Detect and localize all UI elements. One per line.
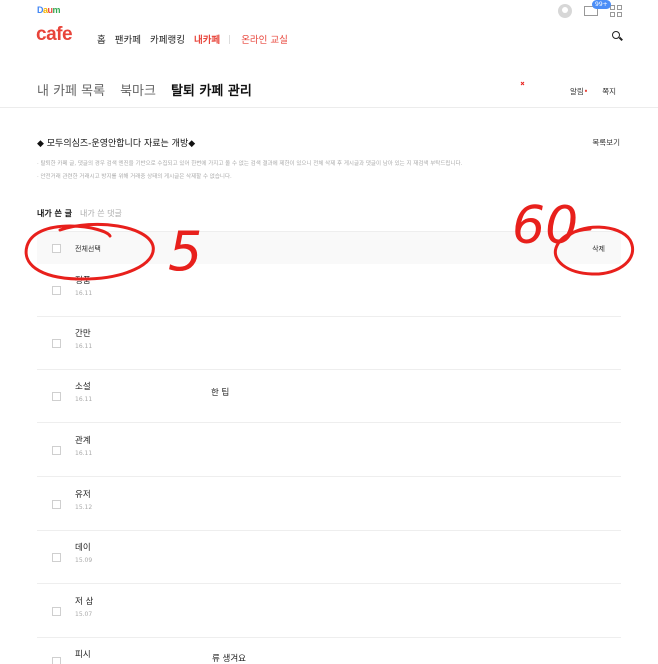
row-checkbox[interactable] (52, 392, 61, 401)
nav-divider (229, 34, 231, 44)
tab-withdrawn-cafe[interactable]: 탈퇴 카페 관리 (171, 80, 252, 99)
nav-ranking[interactable]: 카페랭킹 (150, 32, 185, 46)
list-view-link[interactable]: 목록보기 (592, 137, 620, 148)
table-row[interactable]: 피시 류 생겨요 (37, 638, 621, 664)
table-row[interactable]: 유저 15.12 (37, 478, 621, 531)
row-title-fragment: 한 팁 (211, 388, 230, 398)
cafe-title: ◆ 모두의심즈-운영안합니다 자료는 개방◆ (37, 139, 196, 149)
main-nav: 홈 팬카페 카페랭킹 내카페 온라인 교실 (97, 32, 297, 46)
page-tabs: 내 카페 목록 북마크 탈퇴 카페 관리 (37, 80, 267, 99)
table-row[interactable]: 데이 15.09 (37, 531, 621, 584)
row-date: 16.11 (75, 290, 93, 297)
alarm-link[interactable]: 알림• (570, 86, 588, 97)
row-checkbox[interactable] (52, 657, 61, 664)
row-date: 16.11 (75, 450, 93, 457)
tab-bookmark[interactable]: 북마크 (120, 80, 156, 99)
tab-divider (0, 107, 658, 108)
row-date: 15.07 (75, 611, 93, 618)
row-title[interactable]: 정품 (75, 274, 91, 286)
app-grid-icon[interactable] (610, 5, 622, 17)
mail-badge: 99+ (592, 0, 611, 9)
alarm-label: 알림 (569, 87, 584, 96)
nav-mycafe[interactable]: 내카페 (194, 32, 220, 46)
select-all-checkbox[interactable] (52, 244, 61, 253)
alarm-dot: • (583, 87, 589, 96)
row-title-fragment: 류 생겨요 (212, 654, 246, 664)
subtab-my-posts[interactable]: 내가 쓴 글 (37, 208, 72, 219)
daum-logo[interactable]: Daum (37, 5, 61, 15)
row-checkbox[interactable] (52, 446, 61, 455)
row-date: 15.09 (75, 557, 93, 564)
table-row[interactable]: 간만 16.11 (37, 317, 621, 370)
daum-logo-letter: m (52, 5, 61, 15)
row-title[interactable]: 피시 (75, 648, 91, 660)
top-bar: Daum cafe 99+ 홈 팬카페 카페랭킹 내카페 온라인 교실 (0, 0, 658, 60)
row-checkbox[interactable] (52, 607, 61, 616)
table-row[interactable]: 소설 16.11 한 팁 (37, 370, 621, 423)
nav-home[interactable]: 홈 (97, 32, 106, 46)
tab-right-links: 알림• 쪽지 (570, 86, 616, 97)
tab-my-cafe-list[interactable]: 내 카페 목록 (37, 80, 105, 99)
row-checkbox[interactable] (52, 553, 61, 562)
row-checkbox[interactable] (52, 286, 61, 295)
search-icon[interactable] (612, 31, 620, 39)
notice-text: · 안전거래 관련한 거래시고 방지를 위해 거래중 상태의 게시글은 삭제할 … (37, 174, 232, 180)
row-date: 15.12 (75, 504, 93, 511)
row-title[interactable]: 간만 (75, 327, 91, 339)
post-subtabs: 내가 쓴 글 내가 쓴 댓글 (37, 208, 122, 219)
row-title[interactable]: 저 삼 (75, 595, 93, 607)
table-row[interactable]: 저 삼 15.07 (37, 585, 621, 638)
mail-icon[interactable]: 99+ (584, 0, 611, 16)
avatar-icon[interactable] (558, 4, 572, 18)
row-checkbox[interactable] (52, 500, 61, 509)
subtab-my-comments[interactable]: 내가 쓴 댓글 (80, 208, 122, 219)
row-date: 16.11 (75, 343, 93, 350)
row-title[interactable]: 유저 (75, 488, 91, 500)
row-date: 16.11 (75, 396, 93, 403)
table-row[interactable]: 관계 16.11 (37, 424, 621, 477)
cafe-logo[interactable]: cafe (36, 24, 73, 46)
top-icons: 99+ (558, 0, 622, 18)
row-title[interactable]: 소설 (75, 380, 91, 392)
nav-fancafe[interactable]: 팬카페 (115, 32, 141, 46)
notice-text: · 탈퇴한 카페 글, 댓글의 경우 검색 엔진을 기반으로 수집되고 있어 한… (37, 161, 463, 167)
row-title[interactable]: 데이 (75, 541, 91, 553)
table-row[interactable]: 정품 16.11 (37, 264, 621, 317)
table-header: 전체선택 삭제 (37, 231, 621, 264)
delete-button[interactable]: 삭제 (592, 244, 605, 254)
red-mark (520, 81, 525, 86)
nav-online-class[interactable]: 온라인 교실 (241, 32, 288, 46)
row-title[interactable]: 관계 (75, 434, 91, 446)
select-all-label[interactable]: 전체선택 (75, 244, 101, 254)
note-link[interactable]: 쪽지 (602, 86, 616, 97)
row-checkbox[interactable] (52, 339, 61, 348)
